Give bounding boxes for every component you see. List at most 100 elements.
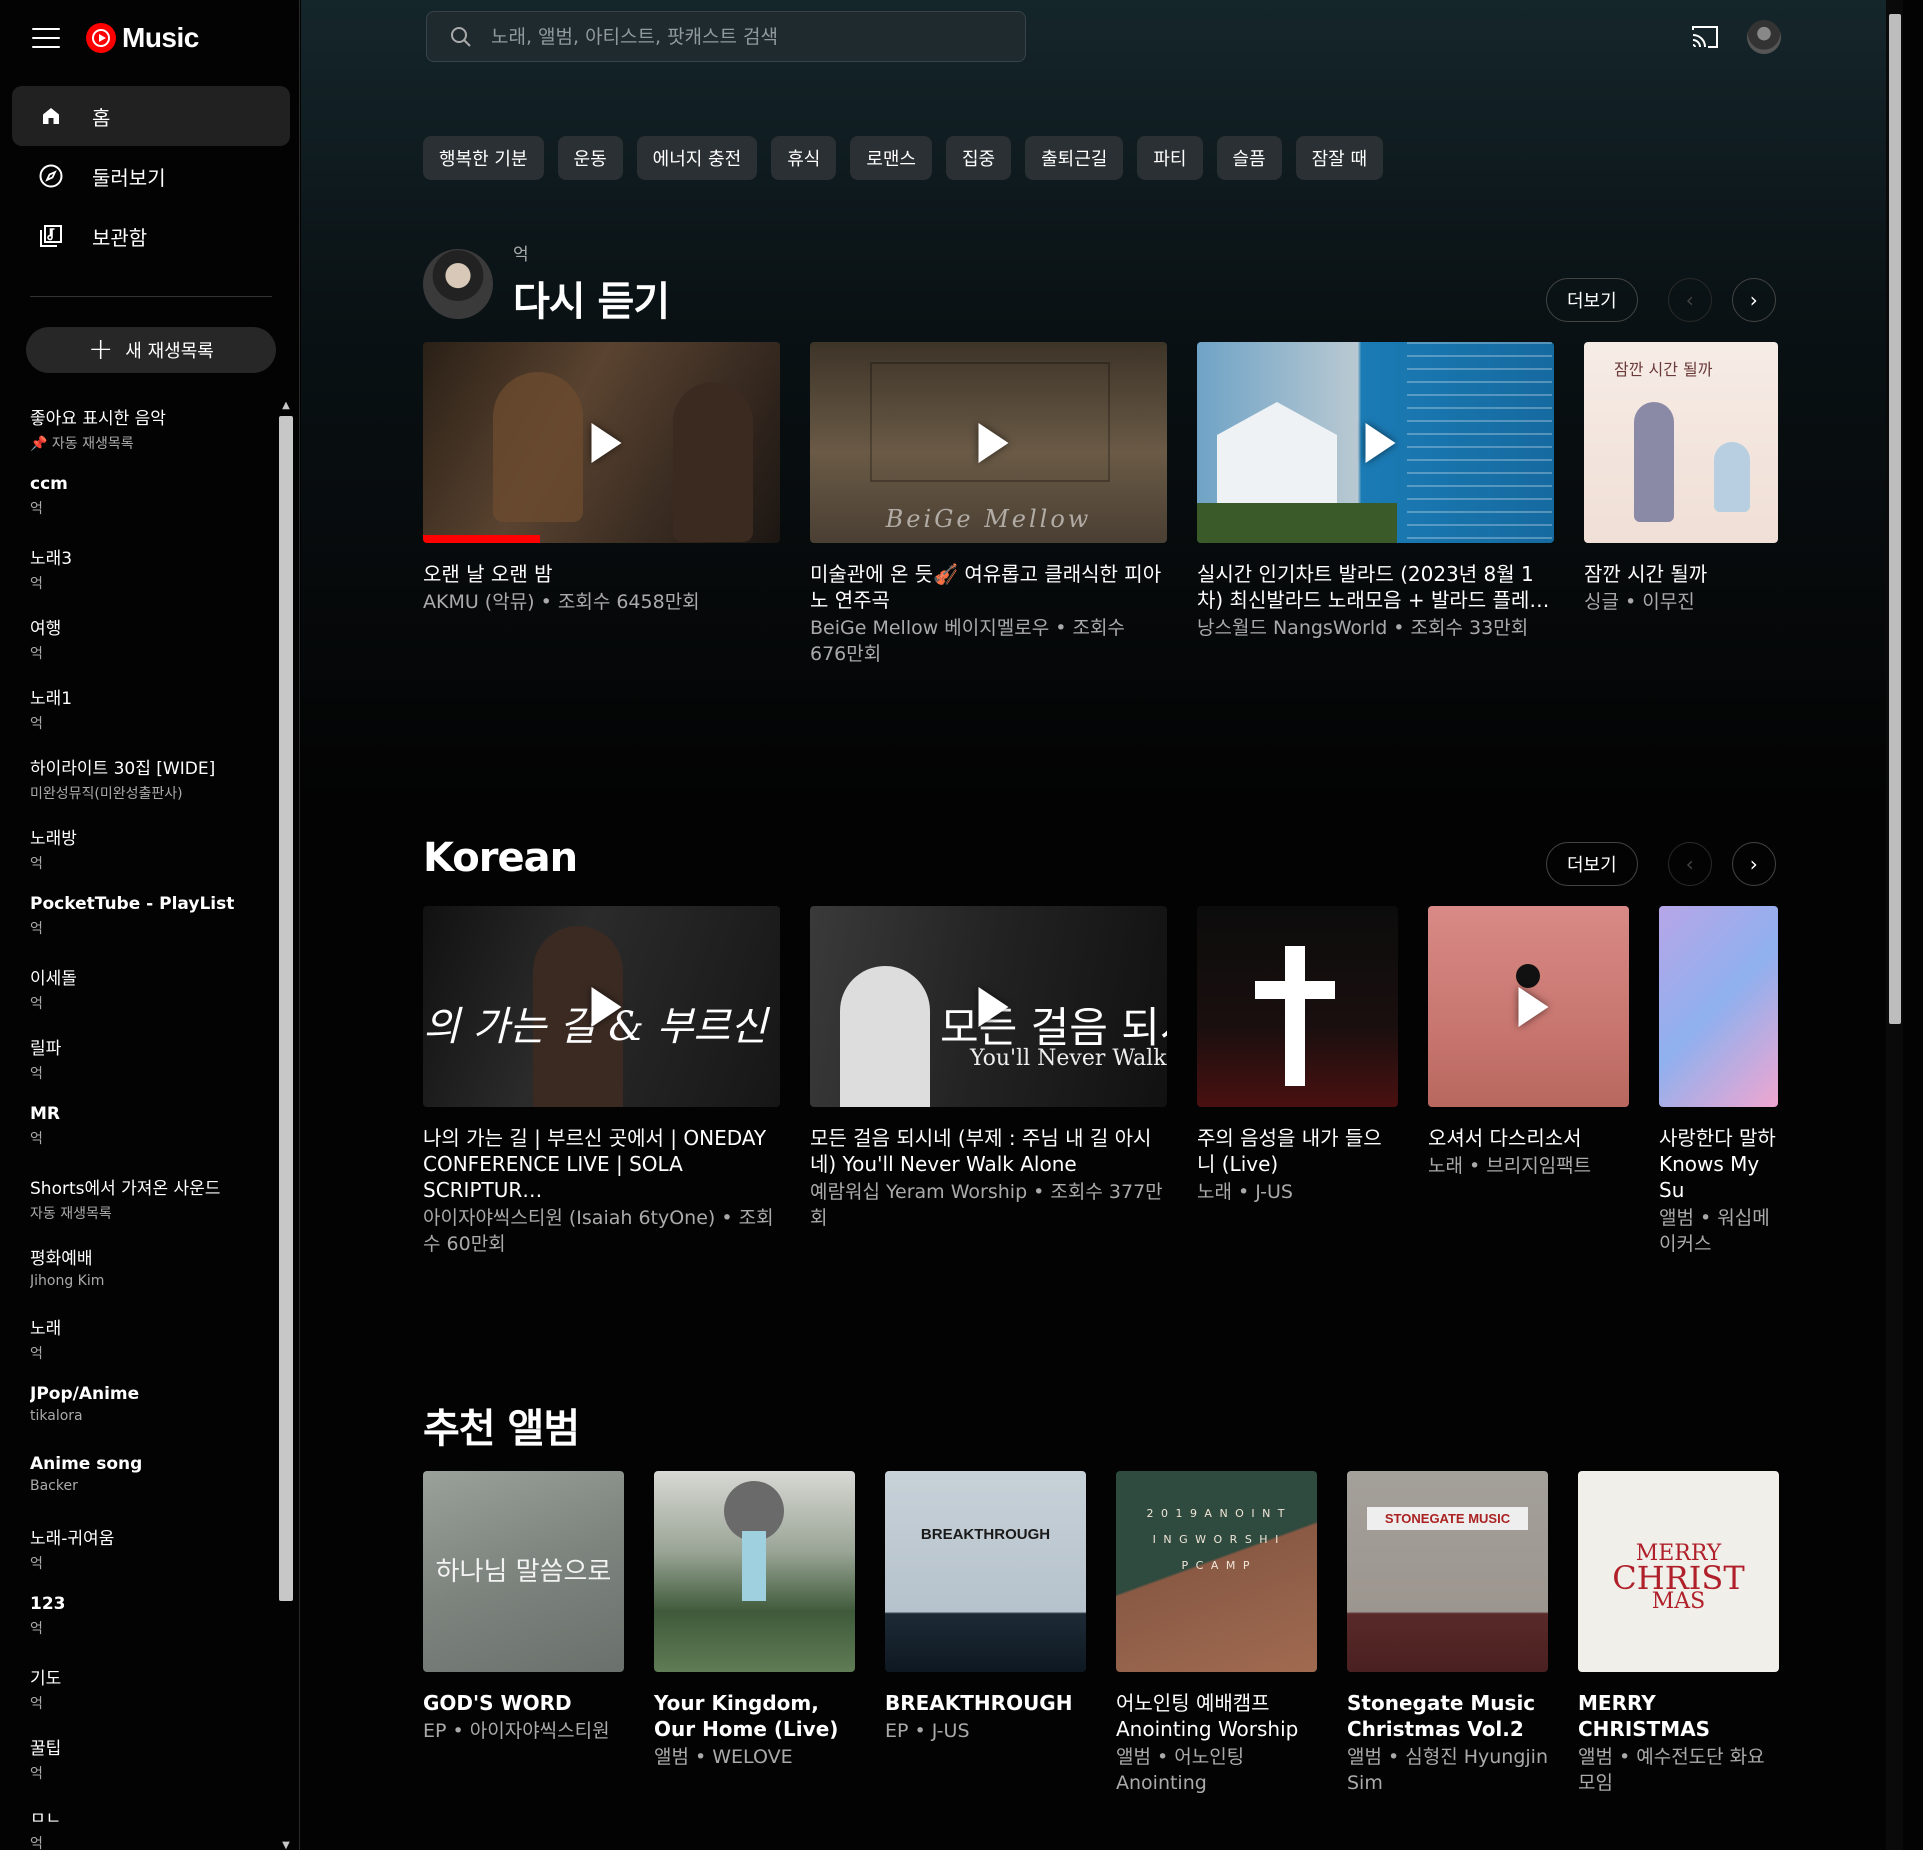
playlist-item[interactable]: 기도 억: [30, 1660, 270, 1730]
card-thumbnail[interactable]: [423, 342, 780, 543]
chip[interactable]: 휴식: [771, 136, 837, 180]
playlist-item[interactable]: 노래3 억: [30, 540, 270, 610]
chip[interactable]: 잠잘 때: [1295, 136, 1384, 180]
card-thumbnail[interactable]: MERRY CHRIST MAS: [1578, 1471, 1779, 1672]
playlist-item[interactable]: 하이라이트 30집 [WIDE] 미완성뮤직(미완성출판사): [30, 750, 270, 820]
search-bar[interactable]: [426, 11, 1026, 62]
playlist-item[interactable]: 이세돌 억: [30, 960, 270, 1030]
playlist-item[interactable]: MR 억: [30, 1100, 270, 1170]
menu-icon[interactable]: [32, 28, 60, 48]
album-card[interactable]: Your Kingdom, Our Home (Live) 앨범 • WELOV…: [654, 1471, 855, 1796]
playlist-item[interactable]: 평화예배 Jihong Kim: [30, 1240, 270, 1310]
chip[interactable]: 출퇴근길: [1025, 136, 1124, 180]
playlist-item[interactable]: 노래 억: [30, 1310, 270, 1380]
chip[interactable]: 에너지 충전: [636, 136, 758, 180]
album-card[interactable]: STONEGATE MUSIC Stonegate Music Christma…: [1347, 1471, 1548, 1796]
playlist-item[interactable]: 좋아요 표시한 음악 📌 자동 재생목록: [30, 400, 270, 470]
nav-item-library[interactable]: 보관함: [12, 206, 290, 266]
card-thumbnail[interactable]: 의 가는 길 & 부르신 곳에: [423, 906, 780, 1107]
video-card[interactable]: BeiGe Mellow 미술관에 온 듯🎻 여유롭고 클래식한 피아노 연주곡…: [810, 342, 1167, 667]
card-title[interactable]: 미술관에 온 듯🎻 여유롭고 클래식한 피아노 연주곡: [810, 561, 1167, 613]
playlist-item[interactable]: 꿀팁 억: [30, 1730, 270, 1800]
card-title[interactable]: 주의 음성을 내가 들으니 (Live): [1197, 1125, 1398, 1177]
prev-arrow-icon[interactable]: ‹: [1667, 278, 1712, 322]
video-card[interactable]: 모든 걸음 되시 You'll Never Walk Al 모든 걸음 되시네 …: [810, 906, 1167, 1257]
search-input[interactable]: [491, 25, 1011, 48]
card-thumbnail[interactable]: [1197, 906, 1398, 1107]
playlist-item[interactable]: 릴파 억: [30, 1030, 270, 1100]
card-title[interactable]: MERRY CHRISTMAS: [1578, 1690, 1779, 1742]
card-title[interactable]: 사랑한다 말하 Knows My Su: [1659, 1125, 1778, 1203]
song-card[interactable]: 오셔서 다스리소서 노래 • 브리지임팩트: [1428, 906, 1629, 1257]
play-icon[interactable]: [1518, 986, 1548, 1027]
more-button[interactable]: 더보기: [1546, 278, 1638, 322]
play-icon[interactable]: [591, 986, 621, 1027]
album-card[interactable]: 하나님 말씀으로 GOD'S WORD EP • 아이자야씩스티원: [423, 1471, 624, 1796]
next-arrow-icon[interactable]: ›: [1731, 842, 1776, 886]
scrollbar-thumb[interactable]: [1889, 14, 1901, 1024]
card-thumbnail[interactable]: STONEGATE MUSIC: [1347, 1471, 1548, 1672]
song-card[interactable]: 주의 음성을 내가 들으니 (Live) 노래 • J-US: [1197, 906, 1398, 1257]
playlist-item[interactable]: ccm 억: [30, 470, 270, 540]
card-title[interactable]: 잠깐 시간 될까: [1584, 561, 1778, 587]
nav-item-home[interactable]: 홈: [12, 86, 290, 146]
single-card[interactable]: 잠깐 시간 될까 잠깐 시간 될까 싱글 • 이무진: [1584, 342, 1778, 667]
chip[interactable]: 행복한 기분: [423, 136, 544, 180]
chip[interactable]: 운동: [557, 136, 623, 180]
new-playlist-button[interactable]: + 새 재생목록: [26, 327, 276, 373]
more-button[interactable]: 더보기: [1546, 842, 1638, 886]
scroll-up-arrow-icon[interactable]: ▲: [279, 400, 293, 411]
video-card[interactable]: 오랜 날 오랜 밤 AKMU (악뮤) • 조회수 6458만회: [423, 342, 780, 667]
playlist-item[interactable]: PocketTube - PlayList 억: [30, 890, 270, 960]
scrollbar-thumb[interactable]: [279, 416, 293, 1601]
card-thumbnail[interactable]: [1659, 906, 1778, 1107]
playlist-item[interactable]: 노래방 억: [30, 820, 270, 890]
play-icon[interactable]: [978, 422, 1008, 463]
youtube-music-logo-icon[interactable]: [86, 23, 116, 53]
album-card[interactable]: MERRY CHRIST MAS MERRY CHRISTMAS 앨범 • 예수…: [1578, 1471, 1779, 1796]
card-title[interactable]: 모든 걸음 되시네 (부제 : 주님 내 길 아시네) You'll Never…: [810, 1125, 1167, 1177]
scroll-down-arrow-icon[interactable]: ▼: [279, 1840, 293, 1850]
card-thumbnail[interactable]: BREAKTHROUGH: [885, 1471, 1086, 1672]
card-thumbnail[interactable]: [654, 1471, 855, 1672]
video-card[interactable]: 실시간 인기차트 발라드 (2023년 8월 1차) 최신발라드 노래모음 + …: [1197, 342, 1554, 667]
playlist-item[interactable]: Shorts에서 가져온 사운드 자동 재생목록: [30, 1170, 270, 1240]
card-title[interactable]: 오랜 날 오랜 밤: [423, 561, 780, 587]
album-card[interactable]: BREAKTHROUGH BREAKTHROUGH EP • J-US: [885, 1471, 1086, 1796]
card-title[interactable]: 오셔서 다스리소서: [1428, 1125, 1629, 1151]
card-title[interactable]: 나의 가는 길 | 부르신 곳에서 | ONEDAY CONFERENCE LI…: [423, 1125, 780, 1203]
cast-icon[interactable]: [1690, 24, 1720, 50]
card-thumbnail[interactable]: [1428, 906, 1629, 1107]
next-arrow-icon[interactable]: ›: [1731, 278, 1776, 322]
playlist-item[interactable]: 123 억: [30, 1590, 270, 1660]
album-card[interactable]: 사랑한다 말하 Knows My Su 앨범 • 워십메이커스: [1659, 906, 1778, 1257]
play-icon[interactable]: [591, 422, 621, 463]
card-title[interactable]: Stonegate Music Christmas Vol.2: [1347, 1690, 1548, 1742]
card-title[interactable]: 어노인팅 예배캠프 Anointing Worship: [1116, 1690, 1317, 1742]
play-icon[interactable]: [978, 986, 1008, 1027]
chip[interactable]: 로맨스: [850, 136, 932, 180]
card-title[interactable]: Your Kingdom, Our Home (Live): [654, 1690, 855, 1742]
card-thumbnail[interactable]: 2 0 1 9 A N O I N T I N G W O R S H I P …: [1116, 1471, 1317, 1672]
card-title[interactable]: BREAKTHROUGH: [885, 1690, 1086, 1716]
card-title[interactable]: 실시간 인기차트 발라드 (2023년 8월 1차) 최신발라드 노래모음 + …: [1197, 561, 1554, 613]
card-thumbnail[interactable]: [1197, 342, 1554, 543]
prev-arrow-icon[interactable]: ‹: [1667, 842, 1712, 886]
playlist-item[interactable]: ㅁㄴ 억: [30, 1800, 270, 1850]
play-icon[interactable]: [1365, 422, 1395, 463]
sidebar-scrollbar[interactable]: ▲ ▼: [277, 400, 293, 1850]
playlist-item[interactable]: JPop/Anime tikalora: [30, 1380, 270, 1450]
card-thumbnail[interactable]: 모든 걸음 되시 You'll Never Walk Al: [810, 906, 1167, 1107]
logo-text[interactable]: Music: [122, 22, 199, 54]
video-card[interactable]: 의 가는 길 & 부르신 곳에 나의 가는 길 | 부르신 곳에서 | ONED…: [423, 906, 780, 1257]
chip[interactable]: 파티: [1137, 136, 1203, 180]
chip[interactable]: 슬픔: [1216, 136, 1282, 180]
playlist-item[interactable]: Anime song Backer: [30, 1450, 270, 1520]
main-scrollbar[interactable]: [1886, 0, 1903, 1850]
album-card[interactable]: 2 0 1 9 A N O I N T I N G W O R S H I P …: [1116, 1471, 1317, 1796]
chip[interactable]: 집중: [946, 136, 1012, 180]
card-thumbnail[interactable]: BeiGe Mellow: [810, 342, 1167, 543]
user-avatar[interactable]: [423, 248, 493, 319]
playlist-item[interactable]: 여행 억: [30, 610, 270, 680]
card-thumbnail[interactable]: 잠깐 시간 될까: [1584, 342, 1778, 543]
